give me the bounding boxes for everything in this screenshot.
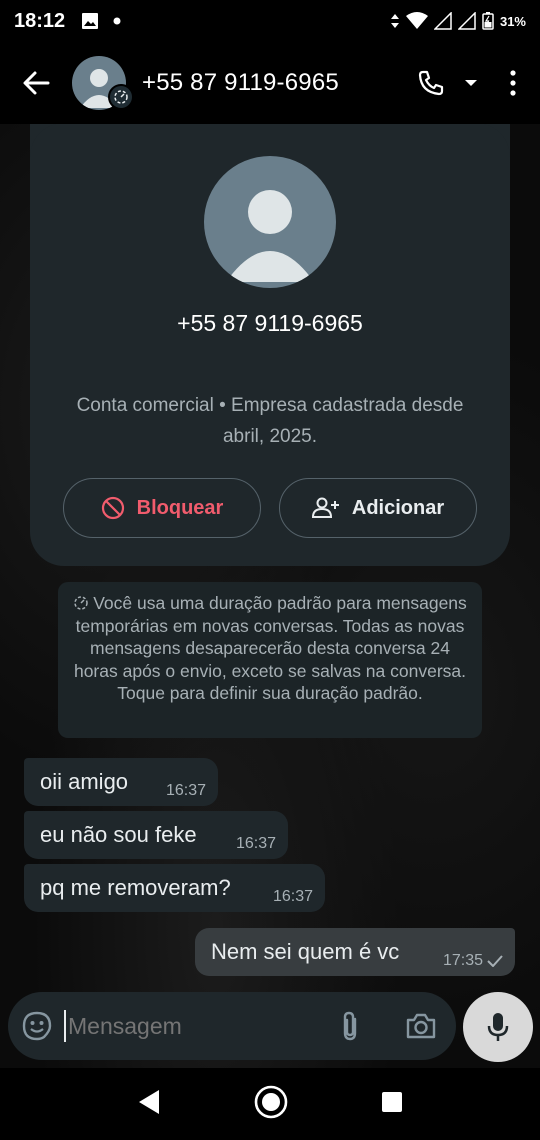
message-composer [8,992,456,1060]
add-button-label: Adicionar [351,496,445,519]
back-button[interactable] [0,42,72,124]
message-text: pq me removeram? [40,875,231,900]
block-button[interactable]: Bloquear [63,478,261,538]
text-caret [64,1010,66,1042]
message-text: oii amigo [40,769,129,794]
default-avatar-icon [226,190,314,282]
nav-recents-button[interactable] [381,1091,403,1118]
more-options-button[interactable] [486,42,540,124]
message-time-status: 17:35 [443,952,503,970]
message-bubble[interactable]: eu não sou feke 16:37 [24,811,288,859]
add-contact-button[interactable]: Adicionar [279,478,477,538]
contact-info-card: +55 87 9119-6965 Conta comercial • Empre… [30,124,510,566]
voice-call-button[interactable] [406,42,456,124]
business-info: Conta comercial • Empresa cadastrada des… [76,395,464,447]
message-text: eu não sou feke [40,822,197,847]
contact-phone: +55 87 9119-6965 [177,310,363,336]
attach-button[interactable] [330,992,370,1060]
add-person-icon [311,497,339,518]
app-bar: +55 87 9119-6965 [0,42,540,124]
sticker-button[interactable] [8,992,52,1060]
timer-icon [114,90,128,104]
mic-icon [487,1013,509,1041]
chat-area[interactable]: +55 87 9119-6965 Conta comercial • Empre… [0,124,540,1068]
chat-title[interactable]: +55 87 9119-6965 [142,69,339,97]
disappearing-messages-notice[interactable]: Você usa uma duração padrão para mensage… [58,582,482,738]
message-time: 17:35 [442,952,483,969]
nav-home-button[interactable] [254,1085,288,1124]
battery-percent: 31% [499,13,526,29]
sticker-icon [22,1011,52,1041]
message-bubble[interactable]: oii amigo 16:37 [24,758,218,806]
message-bubble[interactable]: Nem sei quem é vc 17:35 [195,928,515,976]
timer-icon [74,596,88,610]
message-bubble[interactable]: pq me removeram? 16:37 [24,864,325,912]
block-icon [101,496,124,520]
attach-icon [343,1011,357,1041]
battery-icon [482,12,494,30]
message-time: 16:37 [165,782,206,799]
disappearing-timer-badge [108,84,134,110]
data-arrows-icon [390,14,399,28]
camera-button[interactable] [400,992,442,1060]
nav-back-icon [138,1089,159,1114]
nav-back-button[interactable] [137,1089,161,1120]
message-time: 16:37 [272,888,313,905]
system-navigation-bar [0,1068,540,1140]
dropdown-icon [465,80,477,86]
camera-icon [406,1013,436,1039]
notice-text: Você usa uma duração padrão para mensage… [73,593,467,703]
call-options-dropdown[interactable] [456,42,486,124]
block-button-label: Bloquear [136,496,224,519]
voice-message-button[interactable] [463,992,533,1062]
wifi-icon [405,12,428,29]
nav-home-icon [254,1085,288,1118]
dot-notification-icon [113,17,121,25]
status-bar: 18:12 31% [0,0,540,42]
contact-avatar[interactable] [204,156,336,288]
message-input[interactable] [68,1012,288,1040]
image-notification-icon [82,13,99,29]
signal-icon-2 [457,12,476,30]
back-arrow-icon [23,71,50,95]
message-time: 16:37 [235,835,276,852]
more-vert-icon [510,70,516,96]
sent-check-icon [487,955,503,967]
status-time: 18:12 [14,9,66,32]
nav-recents-icon [382,1091,403,1112]
message-text: Nem sei quem é vc [211,939,400,964]
signal-icon [433,12,452,30]
phone-icon [418,70,444,96]
